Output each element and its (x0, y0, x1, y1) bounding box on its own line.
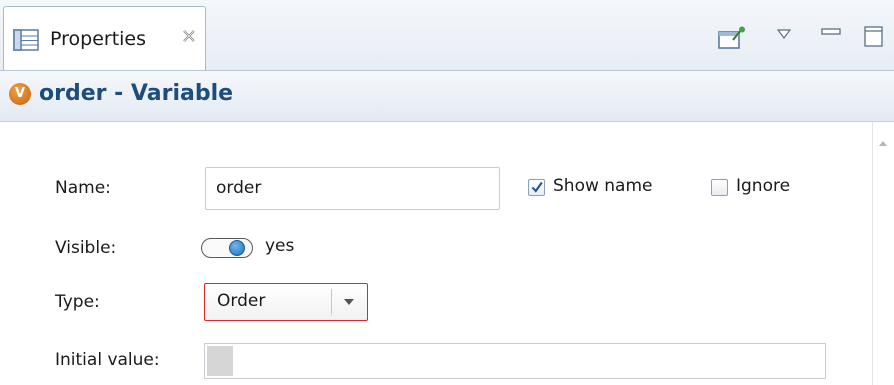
checkmark-icon (531, 181, 543, 193)
close-icon[interactable] (181, 28, 197, 44)
show-name-label: Show name (553, 176, 653, 196)
variable-icon: V (9, 83, 31, 105)
name-input[interactable]: order (205, 167, 500, 210)
properties-view-icon (13, 29, 39, 51)
toggle-knob (229, 240, 245, 256)
properties-header: V order - Variable (0, 71, 894, 122)
ignore-checkbox[interactable] (711, 179, 728, 196)
pin-icon[interactable] (717, 26, 747, 50)
view-tab-bar: Properties (0, 0, 894, 71)
code-marker (207, 346, 233, 376)
tab-label: Properties (50, 28, 147, 50)
visible-label: Visible: (55, 238, 117, 258)
name-label: Name: (55, 178, 111, 198)
visible-value: yes (265, 236, 295, 256)
vertical-scrollbar[interactable] (872, 122, 894, 385)
page-title: order - Variable (39, 81, 234, 106)
visible-toggle[interactable] (201, 236, 255, 260)
dropdown-divider (331, 289, 332, 315)
type-label: Type: (55, 292, 100, 312)
minimize-icon[interactable] (820, 26, 842, 40)
maximize-icon[interactable] (863, 26, 885, 48)
chevron-down-icon (344, 299, 354, 305)
initial-value-label: Initial value: (55, 350, 160, 370)
type-dropdown[interactable]: Order (204, 283, 368, 321)
toggle-track (201, 238, 253, 258)
view-menu-icon[interactable] (776, 28, 792, 40)
initial-value-field[interactable] (204, 343, 826, 379)
show-name-checkbox[interactable] (528, 179, 545, 196)
type-selected-value: Order (217, 291, 266, 311)
ignore-label: Ignore (736, 176, 791, 196)
scroll-up-icon[interactable] (878, 140, 888, 147)
tab-properties[interactable]: Properties (3, 6, 206, 70)
